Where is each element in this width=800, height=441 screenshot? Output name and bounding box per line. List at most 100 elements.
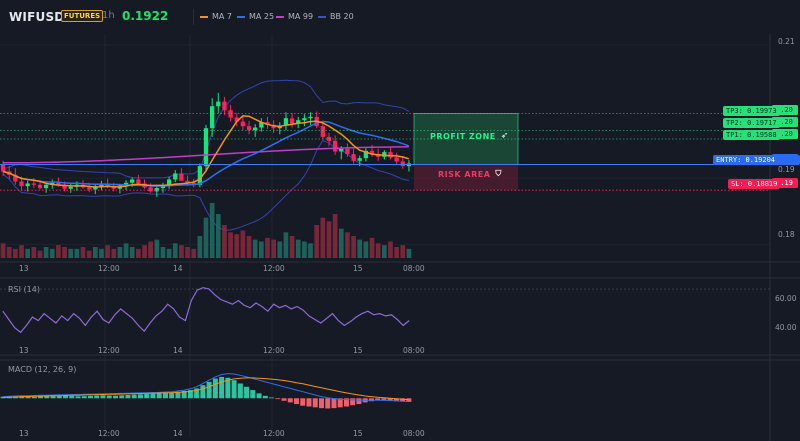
macd-histogram-bar [44,396,50,399]
candle-up [308,116,313,119]
time-axis-tick: 13 [19,429,29,438]
volume-bar [271,239,276,258]
time-axis-tick: 14 [173,346,183,355]
time-axis-tick: 12:00 [98,346,120,355]
price-axis-tick: 0.18 [778,230,795,239]
volume-bar [265,237,270,258]
candle-down [388,152,393,158]
volume-bar [191,248,197,258]
candle-up [302,118,307,121]
volume-bar [80,247,86,258]
macd-histogram-bar [237,383,243,399]
candle-down [240,121,246,127]
time-axis-tick: 14 [173,264,183,273]
macd-histogram-bar [318,398,324,409]
volume-bar [209,203,215,258]
price-chart-canvas[interactable]: RSI (14) MACD (12, 26, 9) 0.210.190.180.… [0,0,800,441]
candle-down [228,110,233,118]
entry-tag[interactable]: ENTRY: 0.19204 [713,155,800,165]
volume-bar [326,221,332,258]
rsi-axis-tick: 60.00 [775,294,797,303]
candle-up [339,148,344,152]
candle-down [289,118,295,124]
time-axis-tick: 08:00 [403,346,425,355]
candle-down [148,187,153,192]
candle-down [400,161,405,167]
candle-up [130,179,135,183]
volume-bar [19,245,24,258]
time-axis-tick: 12:00 [263,346,285,355]
volume-bar [406,248,412,258]
macd-histogram-bar [312,398,318,408]
candle-up [25,183,30,187]
volume-bar [123,243,129,258]
rsi-axis-tick: 40.00 [775,323,797,332]
volume-bar [166,248,172,258]
macd-histogram-bar [200,385,206,399]
sl-tag[interactable]: SL: 0.18819 [728,179,781,189]
shield-icon: ⛉ [495,169,502,178]
macd-histogram-bar [206,381,212,399]
candle-down [179,173,184,181]
candle-down [332,140,338,152]
candle-down [31,183,36,185]
macd-histogram-bar [94,395,100,399]
candle-up [209,106,215,129]
volume-bar [74,248,80,258]
volume-bar [283,232,289,258]
macd-histogram-bar [262,395,268,399]
price-axis-tick: 0.21 [778,37,795,46]
volume-bar [394,247,399,258]
volume-bar [302,241,307,258]
macd-histogram-bar [125,395,131,399]
macd-histogram-bar [81,396,87,399]
volume-bar [400,245,406,258]
tp1-tag[interactable]: TP1: 0.19588 [723,130,780,140]
volume-bar [314,225,320,258]
time-axis-tick: 13 [19,264,29,273]
volume-bar [105,245,110,258]
risk-area-label: RISK AREA ⛉ [438,169,502,179]
macd-title: MACD (12, 26, 9) [8,365,76,374]
volume-bar [277,241,283,258]
volume-bar [117,247,123,258]
time-axis-tick: 13 [19,346,29,355]
volume-bar [345,232,350,258]
tp2-tag[interactable]: TP2: 0.19717 [723,118,780,128]
volume-bar [197,236,203,258]
candle-down [351,154,356,161]
time-axis-tick: 12:00 [98,264,120,273]
macd-histogram-bar [250,390,256,399]
volume-bar [62,247,67,258]
macd-histogram-bar [294,398,300,405]
volume-bar [142,245,147,258]
macd-histogram-bar [75,396,81,399]
volume-bar [246,236,252,258]
macd-histogram-bar [31,396,37,399]
volume-bar [289,236,295,258]
macd-histogram-bar [287,398,293,403]
volume-bar [179,245,184,258]
volume-bar [172,243,178,258]
macd-histogram-bar [325,398,331,409]
macd-histogram-bar [169,392,175,399]
tp3-tag[interactable]: TP3: 0.19973 [723,106,780,116]
macd-histogram-bar [162,392,168,399]
candle-down [87,187,92,190]
macd-histogram-bar [150,393,156,399]
macd-histogram-bar [106,395,112,399]
volume-bar [111,248,117,258]
volume-bar [203,217,209,258]
rsi-line [2,287,410,334]
candle-down [320,126,325,137]
macd-histogram-bar [131,394,137,399]
time-axis-tick: 08:00 [403,429,425,438]
candle-down [345,148,350,155]
volume-bar [234,234,240,258]
volume-bar [6,247,12,258]
candle-up [173,173,178,180]
volume-bar [332,214,338,258]
volume-bar [375,243,381,258]
volume-bar [56,245,61,258]
candle-down [246,126,252,131]
